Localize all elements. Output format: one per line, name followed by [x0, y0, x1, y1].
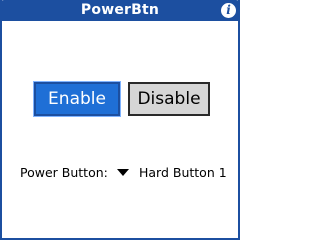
triangle-down-icon	[117, 169, 129, 176]
power-button-label: Power Button:	[20, 165, 108, 180]
enable-button[interactable]: Enable	[33, 81, 121, 117]
app-title: PowerBtn	[80, 2, 160, 18]
disable-button[interactable]: Disable	[128, 82, 210, 116]
power-button-dropdown[interactable]: Hard Button 1	[117, 164, 227, 182]
app-window: PowerBtn i Enable Disable Power Button: …	[0, 0, 240, 240]
power-button-setting: Power Button: Hard Button 1	[20, 164, 230, 182]
title-bar: PowerBtn i	[0, 0, 240, 21]
info-icon[interactable]: i	[221, 3, 236, 18]
dropdown-selected-value: Hard Button 1	[138, 165, 227, 180]
